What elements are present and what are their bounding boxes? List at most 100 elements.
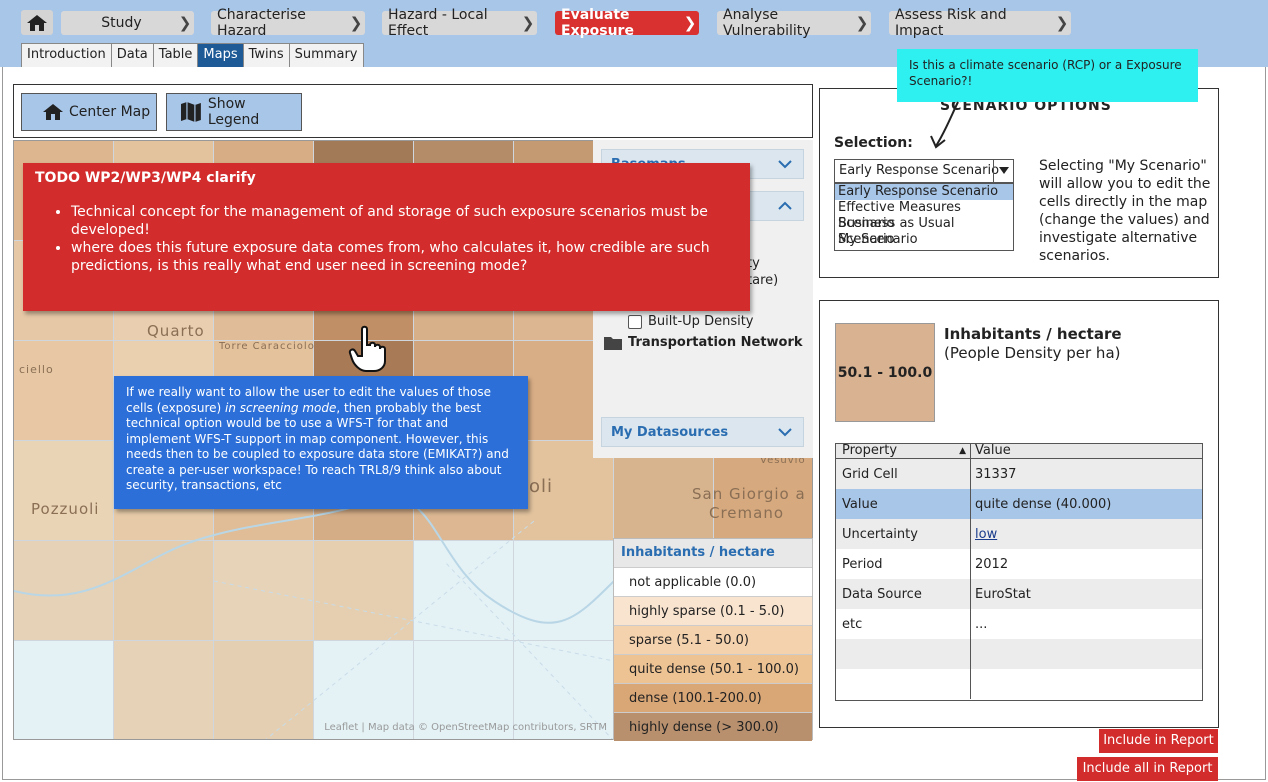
uncertainty-link[interactable]: low <box>975 527 997 542</box>
table-row[interactable]: Grid Cell 31337 <box>836 459 1202 489</box>
todo-note-item: where does this future exposure data com… <box>71 239 738 275</box>
home-icon <box>27 14 47 31</box>
breadcrumb-hazard-local-effect[interactable]: Hazard - Local Effect ❯ <box>382 7 537 39</box>
map-legend: Inhabitants / hectare not applicable (0.… <box>613 538 813 741</box>
chevron-down-icon <box>778 160 792 169</box>
chevron-right-icon: ❯ <box>683 14 697 32</box>
wfs-note: If we really want to allow the user to e… <box>114 376 528 509</box>
dropdown-button[interactable] <box>993 160 1013 182</box>
table-row[interactable]: Period 2012 <box>836 549 1202 579</box>
map-label: oli <box>529 476 554 497</box>
tab-twins[interactable]: Twins <box>242 43 290 67</box>
layer-checkbox[interactable] <box>628 314 642 329</box>
column-header-value[interactable]: Value <box>971 444 1202 458</box>
home-icon <box>43 104 63 120</box>
table-cell: Period <box>836 549 971 579</box>
selection-label: Selection: <box>834 135 913 151</box>
breadcrumb-evaluate-exposure[interactable]: Evaluate Exposure ❯ <box>555 7 699 39</box>
table-cell: Value <box>836 489 971 519</box>
column-header-label: Property <box>842 443 898 458</box>
layer-label: Transportation Network <box>628 335 803 350</box>
center-map-label: Center Map <box>69 104 151 120</box>
cell-details-panel: 50.1 - 100.0 Inhabitants / hectare (Peop… <box>819 300 1219 728</box>
details-title: Inhabitants / hectare <box>944 325 1122 343</box>
legend-item: highly sparse (0.1 - 5.0) <box>614 596 812 625</box>
breadcrumb-assess-risk[interactable]: Assess Risk and Impact ❯ <box>889 7 1071 39</box>
wfs-note-emphasis: in screening mode <box>225 400 337 415</box>
color-swatch: 50.1 - 100.0 <box>835 323 935 422</box>
todo-note-title: TODO WP2/WP3/WP4 clarify <box>35 170 256 186</box>
breadcrumb-characterise-hazard[interactable]: Characterise Hazard ❯ <box>211 7 365 39</box>
table-row[interactable]: Value quite dense (40.000) <box>836 489 1202 519</box>
legend-title: Inhabitants / hectare <box>614 539 812 567</box>
table-row[interactable]: Uncertainty low <box>836 519 1202 549</box>
chevron-right-icon: ❯ <box>178 14 192 32</box>
breadcrumb-study[interactable]: Study ❯ <box>61 11 194 35</box>
accordion-label: My Datasources <box>611 424 729 440</box>
home-button[interactable] <box>21 10 53 35</box>
scenario-option[interactable]: Business as Usual Scenario <box>835 216 1013 247</box>
table-cell: 2012 <box>975 556 1009 572</box>
map-label: Quarto <box>147 322 205 340</box>
breadcrumb-label: Evaluate Exposure <box>561 7 634 39</box>
folder-icon <box>604 336 622 350</box>
scenario-select[interactable]: Early Response Scenario <box>834 159 1014 183</box>
scenario-question-note: Is this a climate scenario (RCP) or a Ex… <box>897 49 1198 102</box>
table-header: Property ▲ Value <box>836 444 1202 459</box>
sort-ascending-icon: ▲ <box>959 446 966 456</box>
show-legend-button[interactable]: Show Legend <box>166 93 302 131</box>
chevron-right-icon: ❯ <box>855 14 869 32</box>
todo-note-list: Technical concept for the management of … <box>35 203 738 275</box>
chevron-right-icon: ❯ <box>521 14 535 32</box>
chevron-right-icon: ❯ <box>349 14 363 32</box>
map-label: San Giorgio a <box>692 485 806 503</box>
chevron-down-icon <box>778 428 792 437</box>
center-map-button[interactable]: Center Map <box>21 93 157 131</box>
column-header-property[interactable]: Property ▲ <box>836 444 971 458</box>
scenario-selected-value: Early Response Scenario <box>839 163 1000 178</box>
breadcrumb-analyse-vulnerability[interactable]: Analyse Vulnerability ❯ <box>717 7 871 39</box>
table-cell: Grid Cell <box>836 459 971 489</box>
table-row-empty <box>836 639 1202 669</box>
tab-data[interactable]: Data <box>110 43 154 67</box>
scenario-description: Selecting "My Scenario" will allow you t… <box>1039 158 1211 264</box>
breadcrumb-label: Study <box>101 15 142 31</box>
map-icon <box>180 102 201 122</box>
scenario-options-panel: SCENARIO OPTIONS Selection: Early Respon… <box>819 88 1219 278</box>
layer-built-up-density[interactable]: Built-Up Density <box>628 314 754 329</box>
tab-table[interactable]: Table <box>152 43 199 67</box>
property-table: Property ▲ Value Grid Cell 31337 Value q… <box>835 443 1203 701</box>
table-row[interactable]: Data Source EuroStat <box>836 579 1202 609</box>
table-row[interactable]: etc ... <box>836 609 1202 639</box>
tab-maps[interactable]: Maps <box>197 43 244 67</box>
todo-note-item: Technical concept for the management of … <box>71 203 738 239</box>
scenario-option[interactable]: Early Response Scenario <box>835 184 1013 200</box>
tab-introduction[interactable]: Introduction <box>21 43 112 67</box>
table-cell: quite dense (40.000) <box>975 496 1112 512</box>
table-cell: Data Source <box>836 579 971 609</box>
legend-item: not applicable (0.0) <box>614 567 812 596</box>
scenario-option[interactable]: My Scenario <box>835 232 1013 248</box>
layer-label: Built-Up Density <box>648 314 754 329</box>
table-cell: 31337 <box>975 466 1017 482</box>
legend-item: quite dense (50.1 - 100.0) <box>614 654 812 683</box>
tab-summary[interactable]: Summary <box>288 43 364 67</box>
layer-transportation-network[interactable]: Transportation Network <box>604 335 803 350</box>
include-in-report-button[interactable]: Include in Report <box>1099 729 1218 753</box>
accordion-my-datasources[interactable]: My Datasources <box>601 417 804 447</box>
arrow-annotation-icon <box>930 101 959 149</box>
include-all-in-report-button[interactable]: Include all in Report <box>1077 757 1218 781</box>
chevron-up-icon <box>778 201 792 210</box>
table-cell: Uncertainty <box>836 519 971 549</box>
breadcrumb-label: Characterise Hazard <box>217 7 306 39</box>
breadcrumb-label: Hazard - Local Effect <box>388 7 488 39</box>
breadcrumb-label: Assess Risk and Impact <box>895 7 1007 39</box>
map-label: ciello <box>19 363 54 376</box>
legend-item: highly dense (> 300.0) <box>614 712 812 741</box>
map-label: Cremano <box>709 504 785 522</box>
scenario-option[interactable]: Effective Measures Scenario <box>835 200 1013 231</box>
map-attribution[interactable]: Leaflet | Map data © OpenStreetMap contr… <box>324 722 607 733</box>
table-cell: EuroStat <box>975 586 1031 602</box>
map-label: Pozzuoli <box>31 500 100 518</box>
table-row-empty <box>836 669 1202 699</box>
